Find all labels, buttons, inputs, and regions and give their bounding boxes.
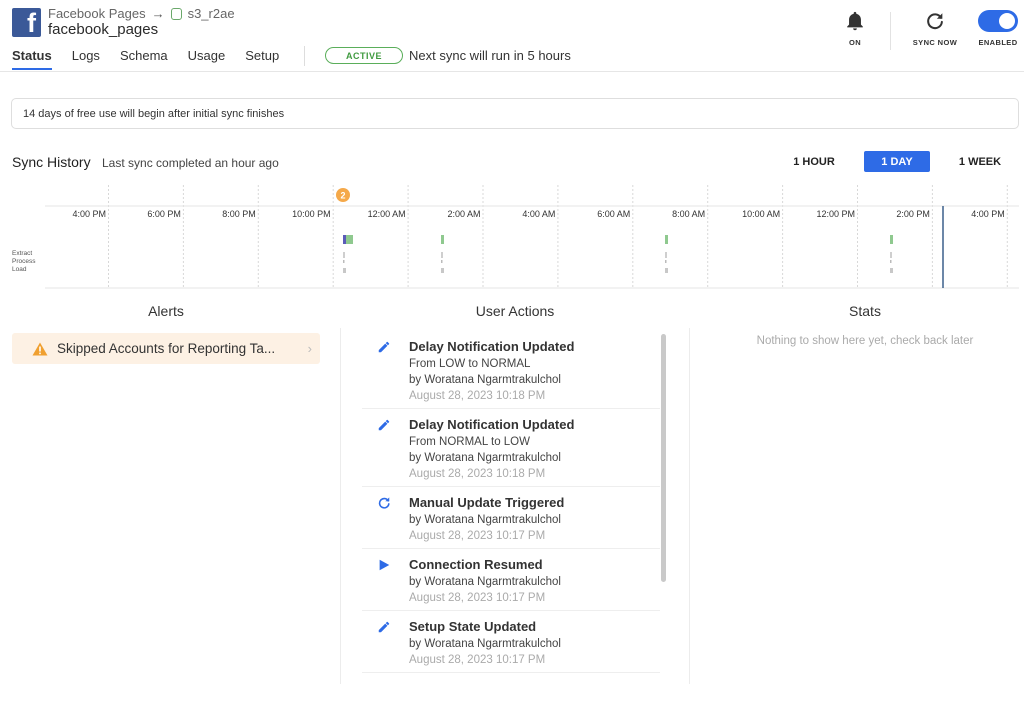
refresh-icon [927, 13, 943, 30]
breadcrumb-destination[interactable]: s3_r2ae [188, 6, 235, 21]
pencil-icon [378, 419, 390, 431]
sync-history-timeline: 4:00 PM 6:00 PM 8:00 PM 10:00 PM 12:00 AM 2:0… [45, 185, 1019, 289]
sync-run-marker[interactable] [343, 235, 353, 273]
range-1-hour-button[interactable]: 1 HOUR [784, 151, 844, 172]
stats-empty-message: Nothing to show here yet, check back lat… [756, 335, 974, 347]
toggle-knob [999, 13, 1015, 29]
action-detail: From LOW to NORMAL [409, 358, 531, 370]
pencil-icon [378, 621, 390, 633]
list-item[interactable]: Manual Update Triggered by Woratana Ngar… [362, 487, 660, 549]
alert-item[interactable]: Skipped Accounts for Reporting Ta... › [12, 333, 320, 364]
divider [890, 12, 891, 50]
page-title: facebook_pages [48, 21, 159, 38]
facebook-logo-icon: f [12, 8, 41, 37]
toggle-switch[interactable] [978, 10, 1018, 32]
timeline-tick-label: 8:00 PM [222, 209, 256, 219]
refresh-icon [378, 497, 390, 509]
chevron-right-icon: › [307, 341, 312, 356]
sync-now-label: SYNC NOW [912, 38, 958, 47]
action-time: August 28, 2023 10:18 PM [409, 390, 546, 402]
action-time: August 28, 2023 10:18 PM [409, 468, 546, 480]
tab-setup[interactable]: Setup [245, 48, 279, 70]
action-title: Manual Update Triggered [409, 495, 565, 510]
tab-usage[interactable]: Usage [188, 48, 226, 70]
action-time: August 28, 2023 10:17 PM [409, 654, 546, 666]
row-label-process: Process [12, 258, 36, 265]
row-label-load: Load [12, 266, 27, 273]
tab-bar: Status Logs Schema Usage Setup [12, 48, 299, 70]
timeline-tick-label: 10:00 PM [292, 209, 331, 219]
user-actions-title: User Actions [475, 303, 555, 319]
bell-icon [847, 11, 863, 31]
list-item[interactable]: Setup State Updated by Woratana Ngarmtra… [362, 611, 660, 673]
action-time: August 28, 2023 10:17 PM [409, 592, 546, 604]
connector-header: f Facebook Pages → s3_r2ae facebook_page… [0, 0, 1024, 72]
tab-status[interactable]: Status [12, 48, 52, 70]
divider [304, 46, 305, 66]
warning-icon [32, 342, 48, 355]
timeline-tick-label: 4:00 PM [72, 209, 106, 219]
notifications-label: ON [848, 38, 862, 47]
list-item[interactable]: Delay Notification Updated From LOW to N… [362, 331, 660, 409]
timeline-tick-label: 4:00 PM [971, 209, 1005, 219]
stats-title: Stats [849, 303, 881, 319]
range-1-day-button[interactable]: 1 DAY [864, 151, 930, 172]
timeline-tick-label: 12:00 PM [816, 209, 855, 219]
free-use-notice: 14 days of free use will begin after ini… [11, 98, 1019, 129]
action-user: by Woratana Ngarmtrakulchol [409, 576, 561, 588]
sync-run-marker[interactable] [441, 235, 444, 273]
tab-logs[interactable]: Logs [72, 48, 100, 70]
column-divider [689, 328, 690, 684]
breadcrumb: Facebook Pages → s3_r2ae [48, 6, 235, 21]
sync-run-marker[interactable] [890, 235, 893, 273]
alerts-title: Alerts [148, 303, 184, 319]
action-user: by Woratana Ngarmtrakulchol [409, 514, 561, 526]
sync-history-title: Sync History [12, 154, 91, 170]
sync-history-subtitle: Last sync completed an hour ago [102, 156, 279, 170]
destination-icon [170, 7, 182, 20]
pencil-icon [378, 341, 390, 353]
action-user: by Woratana Ngarmtrakulchol [409, 374, 561, 386]
scrollbar[interactable] [661, 334, 666, 582]
sync-now-button[interactable]: SYNC NOW [908, 10, 962, 47]
tab-schema[interactable]: Schema [120, 48, 168, 70]
timeline-tick-label: 2:00 PM [896, 209, 930, 219]
timeline-tick-label: 10:00 AM [742, 209, 780, 219]
action-title: Delay Notification Updated [409, 339, 575, 354]
action-title: Connection Resumed [409, 557, 543, 572]
row-label-extract: Extract [12, 250, 33, 257]
action-time: August 28, 2023 10:17 PM [409, 530, 546, 542]
enabled-label: ENABLED [978, 38, 1018, 47]
sync-run-marker[interactable] [665, 235, 668, 273]
alert-label: Skipped Accounts for Reporting Ta... [57, 341, 276, 356]
action-detail: From NORMAL to LOW [409, 436, 530, 448]
timeline-tick-label: 6:00 PM [147, 209, 181, 219]
action-user: by Woratana Ngarmtrakulchol [409, 452, 561, 464]
list-item[interactable]: Connection Resumed by Woratana Ngarmtrak… [362, 549, 660, 611]
action-title: Delay Notification Updated [409, 417, 575, 432]
arrow-right-icon: → [151, 6, 165, 21]
column-divider [340, 328, 341, 684]
breadcrumb-parent[interactable]: Facebook Pages [48, 6, 146, 21]
play-icon [379, 559, 390, 571]
timeline-tick-label: 4:00 AM [522, 209, 555, 219]
range-1-week-button[interactable]: 1 WEEK [950, 151, 1010, 172]
action-user: by Woratana Ngarmtrakulchol [409, 638, 561, 650]
action-title: Setup State Updated [409, 619, 537, 634]
timeline-tick-label: 12:00 AM [368, 209, 406, 219]
timeline-tick-label: 2:00 AM [447, 209, 480, 219]
timeline-tick-label: 8:00 AM [672, 209, 705, 219]
timeline-row-labels: Extract Process Load [12, 250, 35, 274]
timeline-tick-label: 6:00 AM [597, 209, 630, 219]
next-sync-text: Next sync will run in 5 hours [409, 48, 571, 63]
status-badge: ACTIVE [325, 47, 403, 64]
enabled-toggle[interactable]: ENABLED [975, 10, 1021, 47]
user-actions-list[interactable]: Delay Notification Updated From LOW to N… [362, 331, 660, 683]
notifications-toggle[interactable]: ON [842, 10, 868, 47]
event-badge-count: 2 [340, 191, 345, 201]
list-item[interactable]: Delay Notification Updated From NORMAL t… [362, 409, 660, 487]
